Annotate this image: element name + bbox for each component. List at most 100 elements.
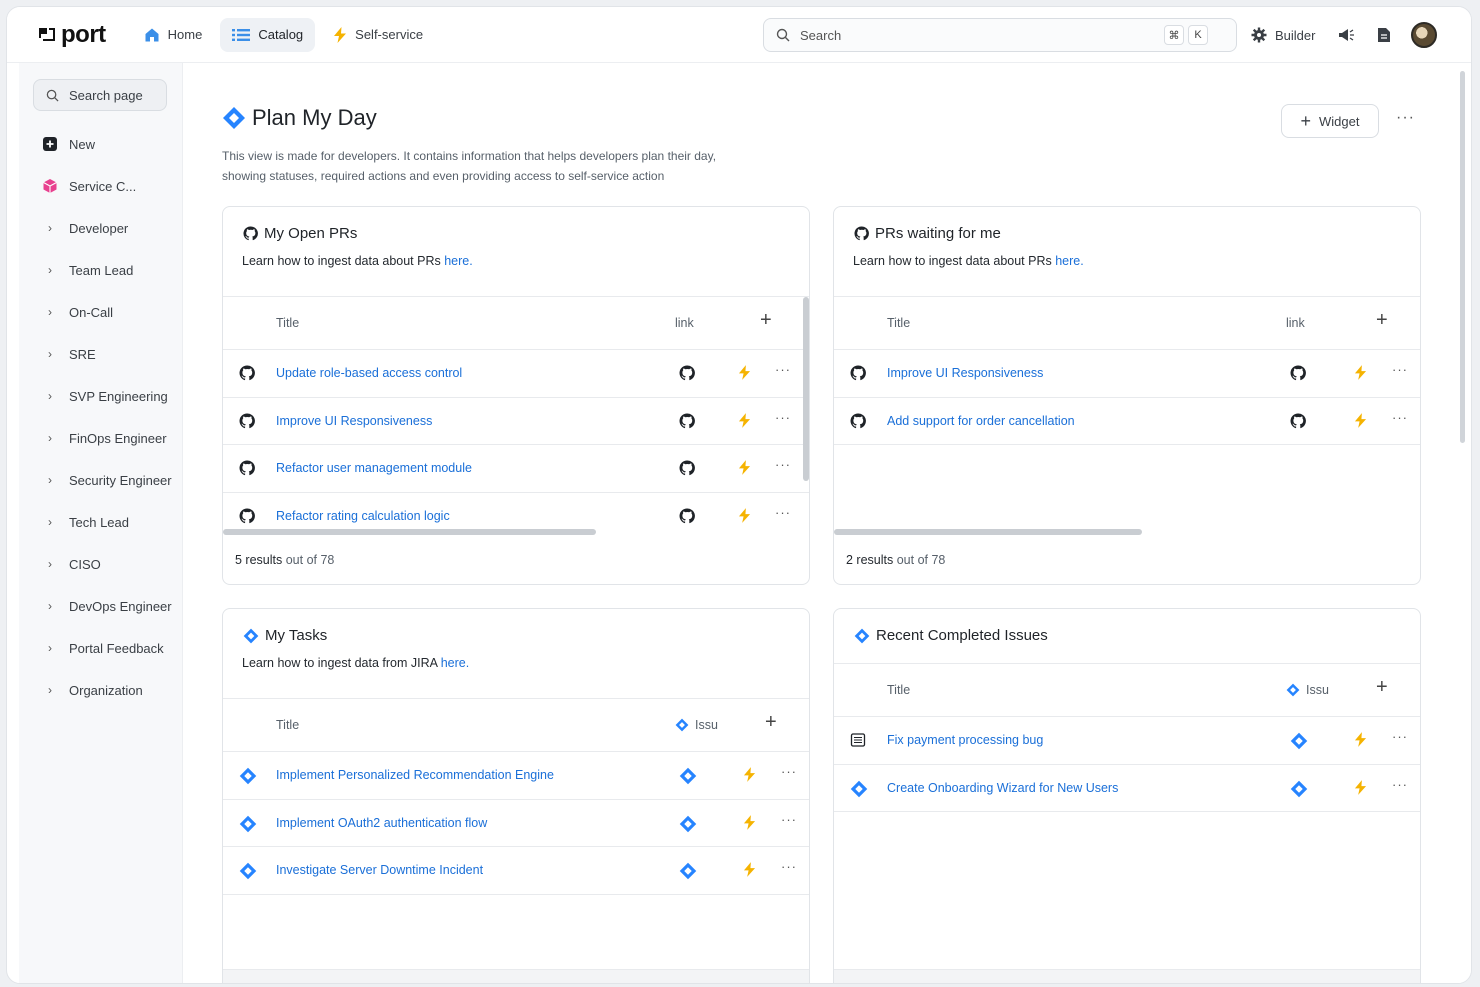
ingest-docs-link[interactable]: here.	[441, 656, 470, 670]
search-input[interactable]	[800, 27, 1160, 43]
add-widget-button[interactable]: + Widget	[1281, 104, 1379, 138]
sidebar-item-new[interactable]: New	[19, 123, 182, 165]
nav-self-service[interactable]: Self-service	[321, 18, 435, 52]
row-more-icon[interactable]: ···	[775, 457, 791, 472]
row-more-icon[interactable]: ···	[1392, 410, 1408, 425]
pr-title-link[interactable]: Update role-based access control	[276, 366, 462, 380]
bolt-icon[interactable]	[1354, 779, 1367, 799]
column-header-title[interactable]: Title	[276, 718, 299, 732]
table-row[interactable]: Implement Personalized Recommendation En…	[223, 752, 809, 800]
port-logo[interactable]: port	[37, 21, 106, 49]
issue-link-icon[interactable]	[1290, 732, 1308, 753]
row-more-icon[interactable]: ···	[775, 362, 791, 377]
sidebar-search-button[interactable]: Search page	[33, 79, 167, 111]
row-more-icon[interactable]: ···	[781, 764, 797, 779]
add-column-icon[interactable]: +	[760, 309, 772, 332]
bolt-icon[interactable]	[738, 459, 751, 479]
pr-title-link[interactable]: Improve UI Responsiveness	[887, 366, 1043, 380]
table-row[interactable]: Create Onboarding Wizard for New Users ·…	[834, 765, 1420, 812]
sidebar-item-team-lead[interactable]: › Team Lead	[19, 249, 182, 291]
bolt-icon[interactable]	[1354, 412, 1367, 432]
bolt-icon[interactable]	[738, 507, 751, 527]
add-column-icon[interactable]: +	[1376, 309, 1388, 332]
github-link-icon[interactable]	[679, 365, 695, 384]
add-column-icon[interactable]: +	[765, 711, 777, 734]
github-link-icon[interactable]	[679, 507, 695, 527]
task-title-link[interactable]: Investigate Server Downtime Incident	[276, 863, 483, 877]
column-header-title[interactable]: Title	[887, 683, 910, 697]
github-link-icon[interactable]	[1290, 365, 1306, 384]
vertical-scrollbar[interactable]	[803, 297, 809, 481]
bolt-icon[interactable]	[743, 766, 756, 786]
column-header-issue[interactable]: Issu	[1286, 683, 1329, 697]
table-row[interactable]: Fix payment processing bug ···	[834, 717, 1420, 765]
bolt-icon[interactable]	[738, 412, 751, 432]
nav-home[interactable]: Home	[132, 18, 215, 52]
bolt-icon[interactable]	[1354, 364, 1367, 384]
issue-link-icon[interactable]	[679, 862, 697, 883]
sidebar-item-organization[interactable]: › Organization	[19, 669, 182, 711]
announcements-button[interactable]	[1337, 27, 1355, 43]
ingest-docs-link[interactable]: here.	[444, 254, 473, 268]
table-row[interactable]: Implement OAuth2 authentication flow ···	[223, 800, 809, 847]
github-link-icon[interactable]	[679, 412, 695, 432]
sidebar-item-portal-feedback[interactable]: › Portal Feedback	[19, 627, 182, 669]
column-header-title[interactable]: Title	[887, 316, 910, 330]
horizontal-scrollbar[interactable]	[834, 529, 1142, 535]
issue-link-icon[interactable]	[679, 815, 697, 836]
pr-title-link[interactable]: Refactor rating calculation logic	[276, 509, 450, 523]
sidebar-item-on-call[interactable]: › On-Call	[19, 291, 182, 333]
table-row[interactable]: Investigate Server Downtime Incident ···	[223, 847, 809, 895]
bolt-icon[interactable]	[743, 861, 756, 881]
task-title-link[interactable]: Implement OAuth2 authentication flow	[276, 816, 487, 830]
row-more-icon[interactable]: ···	[1392, 729, 1408, 744]
issue-link-icon[interactable]	[1290, 780, 1308, 801]
column-header-title[interactable]: Title	[276, 316, 299, 330]
row-more-icon[interactable]: ···	[775, 410, 791, 425]
task-title-link[interactable]: Implement Personalized Recommendation En…	[276, 768, 554, 782]
table-row[interactable]: Update role-based access control ···	[223, 350, 809, 398]
sidebar-item-tech-lead[interactable]: › Tech Lead	[19, 501, 182, 543]
sidebar-item-security-engineer[interactable]: › Security Engineer	[19, 459, 182, 501]
sidebar-item-ciso[interactable]: › CISO	[19, 543, 182, 585]
global-search[interactable]: ⌘ K	[763, 18, 1237, 52]
page-more-icon[interactable]: ···	[1396, 109, 1415, 127]
docs-button[interactable]	[1377, 27, 1391, 43]
pr-title-link[interactable]: Improve UI Responsiveness	[276, 414, 432, 428]
page-scrollbar[interactable]	[1460, 71, 1465, 443]
sidebar-item-finops-engineer[interactable]: › FinOps Engineer	[19, 417, 182, 459]
bolt-icon[interactable]	[738, 364, 751, 384]
table-row[interactable]: Add support for order cancellation ···	[834, 398, 1420, 445]
row-more-icon[interactable]: ···	[781, 859, 797, 874]
github-link-icon[interactable]	[1290, 412, 1306, 432]
github-link-icon[interactable]	[679, 460, 695, 479]
column-header-link[interactable]: link	[1286, 316, 1305, 330]
table-row[interactable]: Improve UI Responsiveness ···	[834, 350, 1420, 398]
add-column-icon[interactable]: +	[1376, 676, 1388, 699]
sidebar-item-sre[interactable]: › SRE	[19, 333, 182, 375]
sidebar-item-service-catalog[interactable]: Service C...	[19, 165, 182, 207]
column-header-link[interactable]: link	[675, 316, 694, 330]
row-more-icon[interactable]: ···	[781, 812, 797, 827]
row-more-icon[interactable]: ···	[1392, 362, 1408, 377]
pr-title-link[interactable]: Refactor user management module	[276, 461, 472, 475]
bolt-icon[interactable]	[743, 814, 756, 834]
nav-catalog[interactable]: Catalog	[220, 17, 316, 52]
user-avatar[interactable]	[1411, 22, 1438, 48]
row-more-icon[interactable]: ···	[775, 505, 791, 520]
sidebar-item-developer[interactable]: › Developer	[19, 207, 182, 249]
table-row[interactable]: Refactor user management module ···	[223, 445, 809, 493]
pr-title-link[interactable]: Add support for order cancellation	[887, 414, 1075, 428]
issue-link-icon[interactable]	[679, 767, 697, 788]
table-row[interactable]: Improve UI Responsiveness ···	[223, 398, 809, 445]
ingest-docs-link[interactable]: here.	[1055, 254, 1084, 268]
issue-title-link[interactable]: Create Onboarding Wizard for New Users	[887, 781, 1118, 795]
row-more-icon[interactable]: ···	[1392, 777, 1408, 792]
column-header-issue[interactable]: Issu	[675, 718, 718, 732]
sidebar-item-devops-engineer[interactable]: › DevOps Engineer	[19, 585, 182, 627]
bolt-icon[interactable]	[1354, 731, 1367, 751]
sidebar-item-svp-engineering[interactable]: › SVP Engineering	[19, 375, 182, 417]
issue-title-link[interactable]: Fix payment processing bug	[887, 733, 1043, 747]
builder-button[interactable]: Builder	[1251, 27, 1315, 43]
horizontal-scrollbar[interactable]	[223, 529, 596, 535]
